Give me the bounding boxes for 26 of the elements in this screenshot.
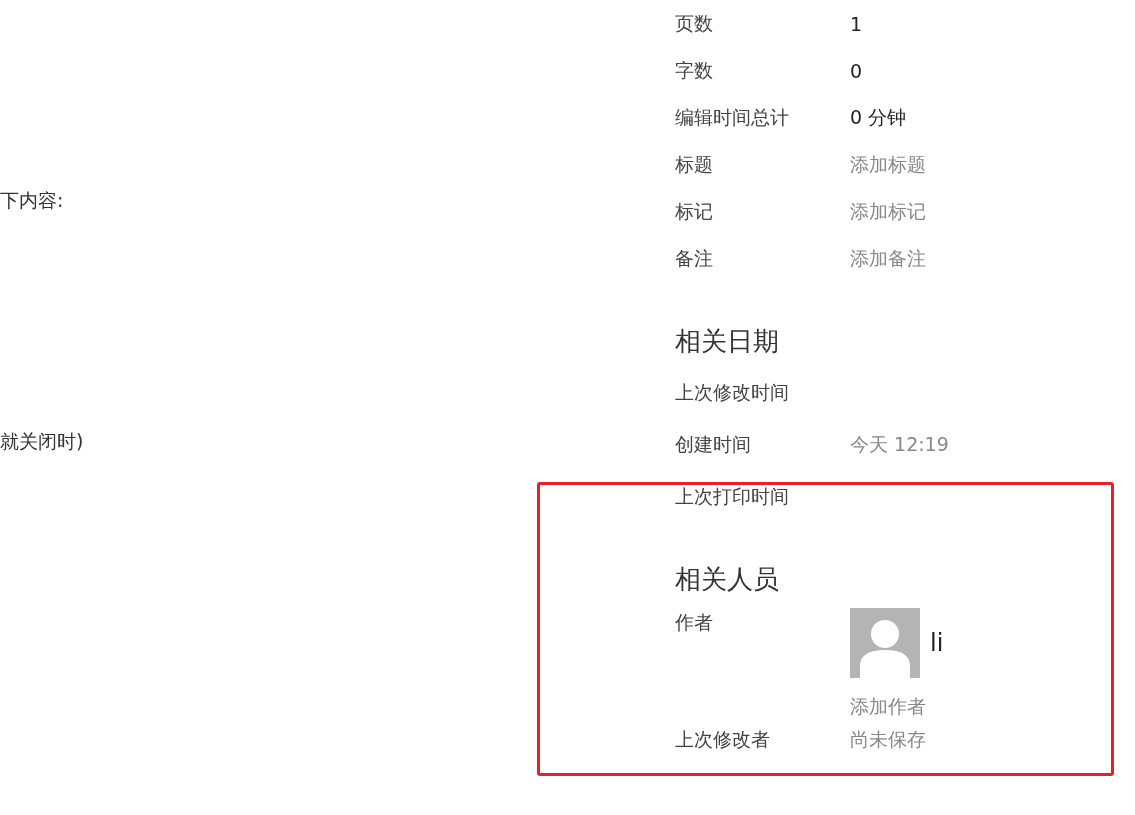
property-label: 编辑时间总计 [675, 104, 790, 130]
section-heading: 相关人员 [675, 563, 780, 596]
section-heading: 相关日期 [675, 325, 780, 358]
property-input[interactable]: 添加标题 [850, 151, 926, 178]
avatar-icon [850, 608, 920, 678]
property-value: 0 分钟 [850, 104, 907, 130]
property-label: 备注 [675, 245, 714, 271]
property-value: 1 [850, 12, 863, 35]
property-label: 字数 [675, 57, 714, 83]
author-name: li [930, 629, 944, 657]
property-value: 0 [850, 59, 863, 82]
property-label: 标记 [675, 198, 714, 224]
property-label: 上次修改时间 [675, 380, 790, 405]
property-label: 作者 [675, 610, 714, 635]
body-text: 下内容: [0, 188, 65, 212]
property-input[interactable]: 添加标记 [850, 198, 926, 225]
property-label: 页数 [675, 10, 714, 36]
property-label: 上次打印时间 [675, 484, 790, 509]
property-label: 标题 [675, 151, 714, 177]
property-label: 创建时间 [675, 432, 752, 457]
property-input[interactable]: 添加备注 [850, 245, 926, 272]
property-value: 今天 12:19 [850, 432, 949, 457]
property-label: 上次修改者 [675, 727, 771, 752]
body-text: 就关闭时) [0, 429, 85, 453]
add-author-link[interactable]: 添加作者 [850, 694, 944, 720]
property-value: 尚未保存 [850, 727, 926, 752]
